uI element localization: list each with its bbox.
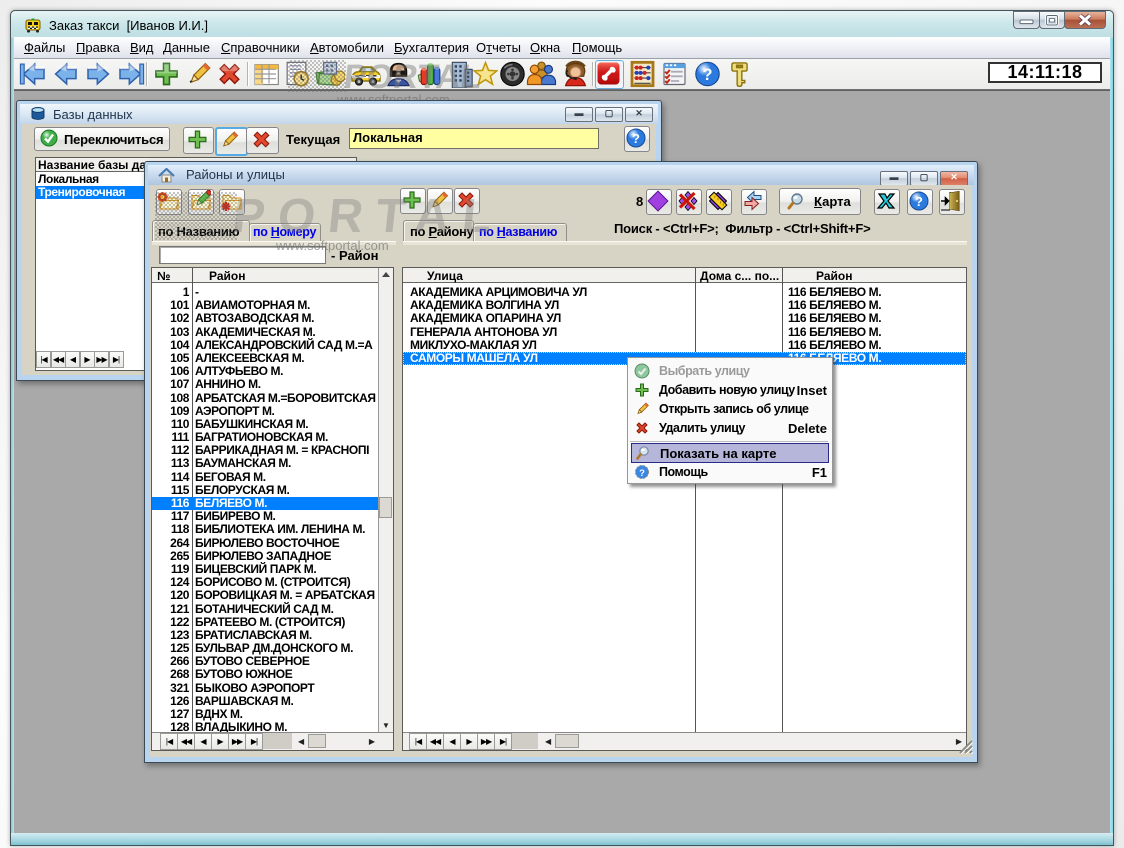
svg-text:?: ?	[915, 194, 923, 209]
svg-text:?: ?	[632, 131, 640, 146]
svg-text:?: ?	[703, 66, 713, 84]
svg-text:?: ?	[639, 468, 645, 479]
